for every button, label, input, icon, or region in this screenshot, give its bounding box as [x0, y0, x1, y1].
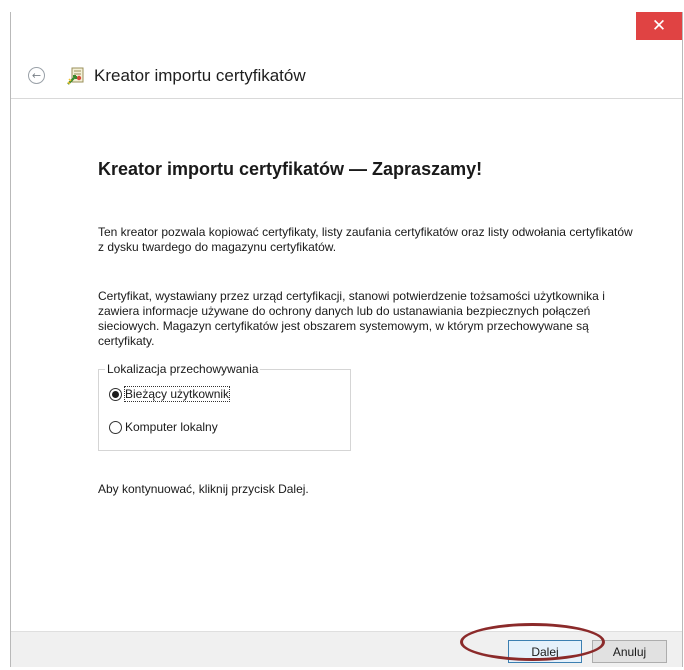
store-location-group: Lokalizacja przechowywania Bieżący użytk… — [98, 362, 351, 451]
next-button-label: Dalej — [531, 644, 559, 659]
certificate-import-wizard-window: ✕ ← Kreator importu certyfikatów Kreator… — [10, 12, 683, 667]
radio-button-unchecked[interactable] — [109, 420, 122, 434]
intro-paragraph: Ten kreator pozwala kopiować certyfikaty… — [98, 225, 633, 254]
back-arrow-icon: ← — [31, 69, 42, 82]
close-icon: ✕ — [651, 15, 667, 36]
radio-label-current-user[interactable]: Bieżący użytkownik — [123, 386, 231, 402]
wizard-header-title: Kreator importu certyfikatów — [94, 66, 306, 85]
cancel-button[interactable]: Anuluj — [592, 640, 667, 663]
wizard-footer: Dalej Anuluj — [11, 631, 682, 667]
radio-current-user[interactable]: Bieżący użytkownik — [109, 386, 231, 402]
radio-label-local-machine[interactable]: Komputer lokalny — [125, 420, 218, 434]
wizard-header: ← Kreator importu certyfikatów — [11, 58, 682, 98]
next-button[interactable]: Dalej — [508, 640, 582, 663]
wizard-content: Kreator importu certyfikatów — Zapraszam… — [11, 98, 682, 631]
page-title: Kreator importu certyfikatów — Zapraszam… — [98, 159, 483, 179]
store-location-legend: Lokalizacja przechowywania — [105, 362, 261, 376]
radio-button-checked[interactable] — [109, 387, 122, 401]
back-button[interactable]: ← — [28, 67, 45, 84]
certificate-description-paragraph: Certyfikat, wystawiany przez urząd certy… — [98, 289, 605, 348]
cancel-button-label: Anuluj — [612, 644, 647, 659]
radio-local-machine[interactable]: Komputer lokalny — [109, 420, 218, 434]
close-button[interactable]: ✕ — [636, 12, 682, 40]
continue-instruction: Aby kontynuować, kliknij przycisk Dalej. — [98, 482, 309, 496]
certificate-wizard-icon — [67, 67, 84, 85]
